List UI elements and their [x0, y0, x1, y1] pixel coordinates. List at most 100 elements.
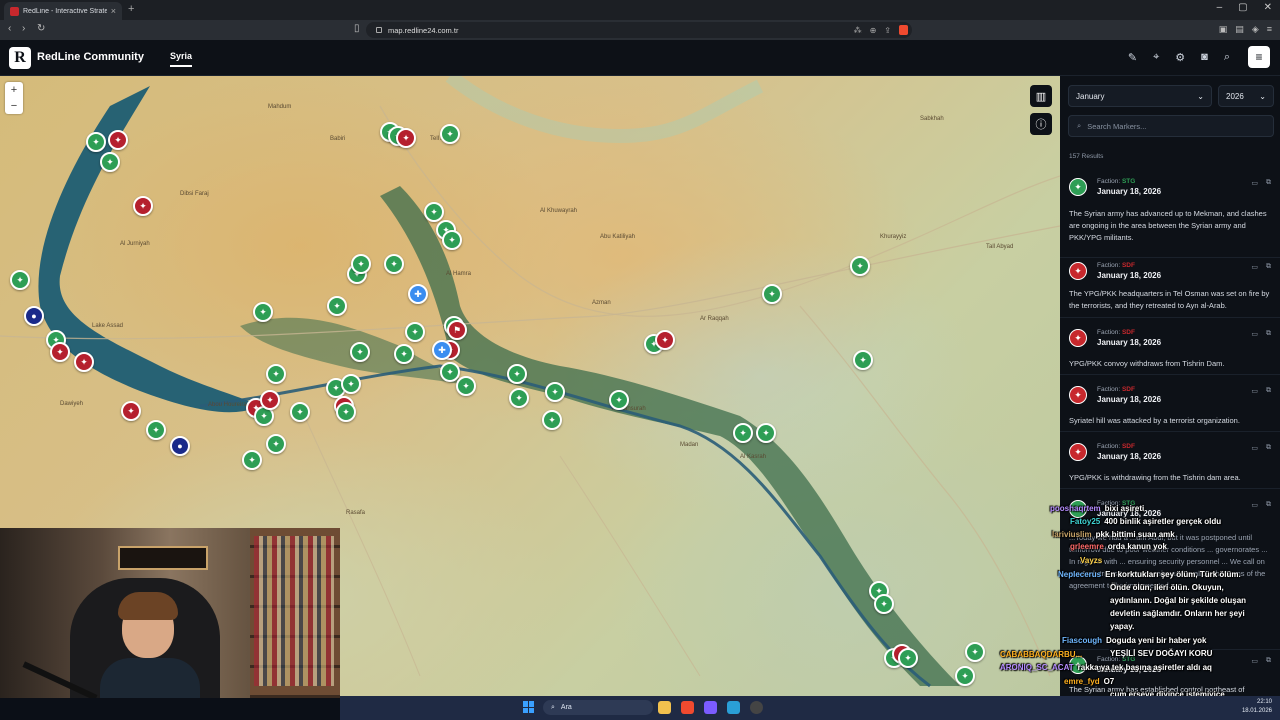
map-marker[interactable]: ● — [170, 436, 190, 456]
windows-start-icon[interactable] — [523, 701, 535, 713]
region-tab[interactable]: Syria — [170, 51, 193, 67]
settings-icon[interactable]: ⚙ — [1175, 51, 1185, 64]
marker-search-input[interactable]: ⌕ Search Markers... — [1068, 115, 1274, 137]
logo[interactable]: R — [9, 47, 31, 69]
event-entry[interactable]: ✦ Faction: SDF January 18, 2026 ▭ ⧉ The Y… — [1060, 262, 1280, 318]
map-marker[interactable]: ✦ — [336, 402, 356, 422]
map-marker[interactable]: ✦ — [100, 152, 120, 172]
map-marker[interactable]: ✦ — [762, 284, 782, 304]
map-marker[interactable]: ✦ — [50, 342, 70, 362]
map-marker[interactable]: ✦ — [853, 350, 873, 370]
map-marker[interactable]: ✦ — [384, 254, 404, 274]
forward-icon[interactable]: › — [22, 23, 25, 34]
open-link-icon[interactable]: ⧉ — [1266, 387, 1271, 395]
info-button[interactable]: ⓘ — [1030, 113, 1052, 135]
taskbar-search[interactable]: ⌕ Ara — [543, 700, 653, 715]
map-marker[interactable]: ✦ — [86, 132, 106, 152]
menu-button[interactable]: ≡ — [1248, 46, 1270, 68]
map-marker[interactable]: ✦ — [74, 352, 94, 372]
video-icon[interactable]: ▭ — [1251, 179, 1258, 187]
map-marker[interactable]: ✦ — [442, 230, 462, 250]
video-icon[interactable]: ▭ — [1251, 387, 1258, 395]
brave-browser-icon[interactable] — [681, 701, 694, 714]
pen-icon[interactable]: ✎ — [1128, 51, 1137, 64]
file-explorer-icon[interactable] — [658, 701, 671, 714]
map-marker[interactable]: ✦ — [424, 202, 444, 222]
map-marker[interactable]: ✦ — [351, 254, 371, 274]
brave-shield-icon[interactable] — [899, 25, 908, 35]
video-icon[interactable]: ▭ — [1251, 263, 1258, 271]
video-icon[interactable]: ▭ — [1251, 330, 1258, 338]
search-icon[interactable]: ⌕ — [1224, 51, 1230, 64]
map-marker[interactable]: ✦ — [10, 270, 30, 290]
map-marker[interactable]: ✦ — [260, 390, 280, 410]
share-icon[interactable]: ⇪ — [884, 26, 891, 35]
open-link-icon[interactable]: ⧉ — [1266, 444, 1271, 452]
month-select[interactable]: January ⌄ — [1068, 85, 1212, 107]
system-clock[interactable]: 22:10 18.01.2026 — [1242, 698, 1272, 716]
url-field[interactable]: map.redline24.com.tr ⁂ ⊕ ⇪ — [366, 22, 912, 38]
map-marker[interactable]: ✦ — [341, 374, 361, 394]
map-marker[interactable]: ✚ — [408, 284, 428, 304]
video-icon[interactable]: ▭ — [1251, 444, 1258, 452]
camera-icon[interactable]: ◙ — [1201, 51, 1208, 64]
event-entry[interactable]: ✦ Faction: STG January 18, 2026 ▭ ⧉ ...To… — [1060, 500, 1280, 650]
map-marker[interactable]: ✦ — [396, 128, 416, 148]
map-marker[interactable]: ✦ — [542, 410, 562, 430]
wallet-icon[interactable]: ◈ — [1252, 24, 1259, 35]
minimize-icon[interactable]: – — [1217, 2, 1223, 13]
close-tab-icon[interactable]: × — [111, 6, 116, 16]
layers-button[interactable]: ▥ — [1030, 85, 1052, 107]
zoom-icon[interactable]: ⊕ — [870, 26, 877, 35]
event-entry[interactable]: ✦ Faction: SDF January 18, 2026 ▭ ⧉ Syria… — [1060, 386, 1280, 432]
map-marker[interactable]: ✦ — [545, 382, 565, 402]
map-marker[interactable]: ✦ — [955, 666, 975, 686]
map-marker[interactable]: ✦ — [440, 124, 460, 144]
sidebar-icon[interactable]: ▤ — [1235, 24, 1244, 35]
open-link-icon[interactable]: ⧉ — [1266, 179, 1271, 187]
new-tab-button[interactable]: + — [128, 3, 134, 15]
map-marker[interactable]: ✦ — [327, 296, 347, 316]
map-marker[interactable]: ✦ — [146, 420, 166, 440]
maximize-icon[interactable]: ▢ — [1238, 2, 1247, 13]
video-icon[interactable]: ▭ — [1251, 657, 1258, 665]
map-marker[interactable]: ✦ — [394, 344, 414, 364]
map-marker[interactable]: ✦ — [507, 364, 527, 384]
map-marker[interactable]: ✦ — [874, 594, 894, 614]
map-marker[interactable]: ✦ — [655, 330, 675, 350]
map-marker[interactable]: ✦ — [242, 450, 262, 470]
video-icon[interactable]: ▭ — [1251, 501, 1258, 509]
map-marker[interactable]: ✦ — [609, 390, 629, 410]
extensions-icon[interactable]: ▣ — [1219, 24, 1228, 35]
brand-name[interactable]: RedLine Community — [37, 51, 144, 63]
map-marker[interactable]: ⚑ — [447, 320, 467, 340]
close-window-icon[interactable]: ✕ — [1264, 2, 1272, 13]
bookmark-icon[interactable]: ▯ — [354, 23, 360, 34]
map-marker[interactable]: ✦ — [733, 423, 753, 443]
open-link-icon[interactable]: ⧉ — [1266, 501, 1271, 509]
browser-menu-icon[interactable]: ≡ — [1267, 24, 1272, 35]
map-marker[interactable]: ✦ — [756, 423, 776, 443]
event-entry[interactable]: ✦ Faction: STG January 18, 2026 ▭ ⧉ The S… — [1060, 656, 1280, 696]
back-icon[interactable]: ‹ — [8, 23, 11, 34]
map-marker[interactable]: ✦ — [266, 434, 286, 454]
discord-icon[interactable] — [704, 701, 717, 714]
map-marker[interactable]: ✦ — [108, 130, 128, 150]
map-marker[interactable]: ✦ — [850, 256, 870, 276]
reload-icon[interactable]: ↻ — [37, 23, 45, 34]
open-link-icon[interactable]: ⧉ — [1266, 263, 1271, 271]
translate-icon[interactable]: ⁂ — [854, 26, 862, 35]
open-link-icon[interactable]: ⧉ — [1266, 330, 1271, 338]
map-marker[interactable]: ● — [24, 306, 44, 326]
browser-tab[interactable]: RedLine - Interactive Strategic M × — [4, 2, 122, 20]
obs-icon[interactable] — [750, 701, 763, 714]
map-marker[interactable]: ✦ — [133, 196, 153, 216]
map-marker[interactable]: ✦ — [290, 402, 310, 422]
location-pin-icon[interactable]: ⌖ — [1153, 51, 1159, 64]
open-link-icon[interactable]: ⧉ — [1266, 657, 1271, 665]
zoom-out-button[interactable]: − — [5, 98, 23, 114]
event-entry[interactable]: ✦ Faction: SDF January 18, 2026 ▭ ⧉ YPG/P… — [1060, 443, 1280, 489]
map-marker[interactable]: ✦ — [456, 376, 476, 396]
telegram-icon[interactable] — [727, 701, 740, 714]
map-marker[interactable]: ✚ — [432, 340, 452, 360]
